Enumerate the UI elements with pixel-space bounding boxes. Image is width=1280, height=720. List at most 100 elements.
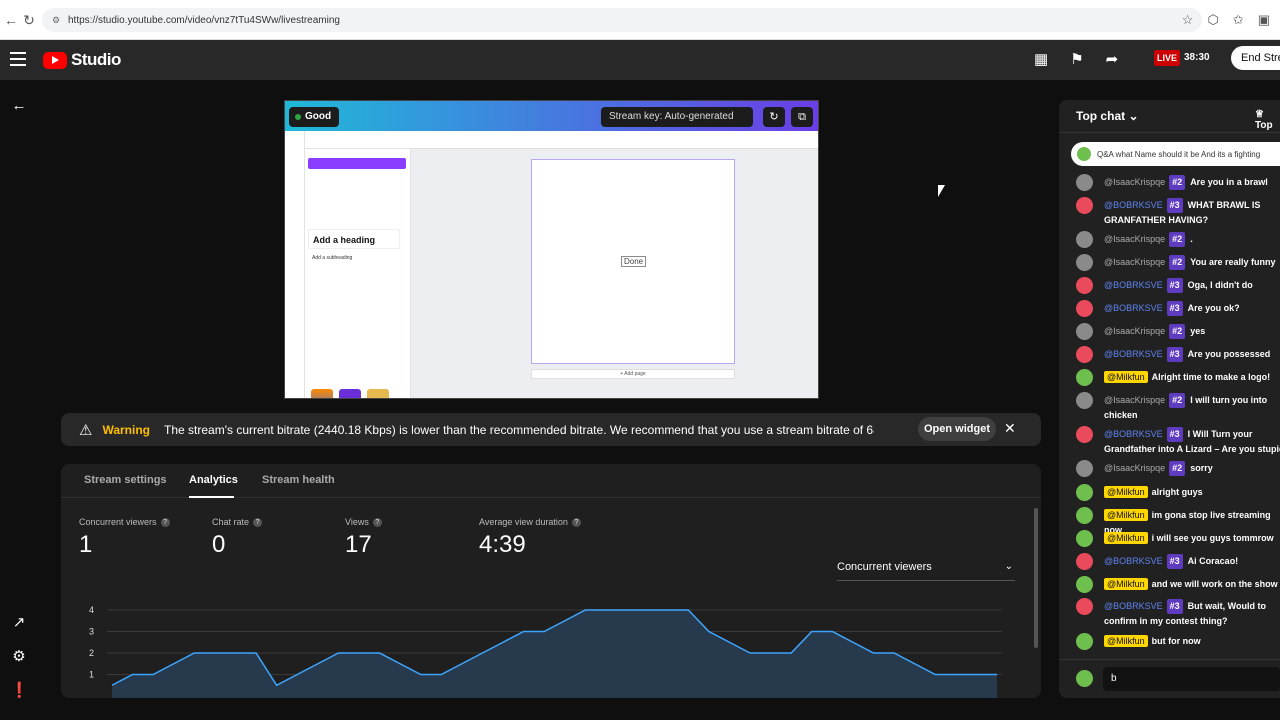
avatar [1076, 197, 1093, 214]
studio-logo[interactable]: Studio [43, 50, 121, 70]
site-info-icon[interactable]: ⚙ [52, 15, 62, 25]
chat-author[interactable]: @BOBRKSVE [1104, 601, 1163, 611]
chat-message[interactable]: @Milkfun Alright time to make a logo! [1076, 369, 1280, 386]
chat-author[interactable]: @IsaacKrispqe [1104, 395, 1165, 405]
bookmark-icon[interactable]: ⚑ [1070, 50, 1083, 68]
chat-message[interactable]: @IsaacKrispqe #2 Are you in a brawl [1076, 174, 1280, 191]
canva-add-page: + Add page [531, 369, 735, 379]
live-badge: LIVE [1154, 50, 1180, 66]
chat-message[interactable]: @BOBRKSVE #3 Are you possessed [1076, 346, 1280, 363]
metric-concurrent-viewers: 1 [79, 531, 93, 558]
chat-message[interactable]: @BOBRKSVE #3 WHAT BRAWL IS GRANFATHER HAVI… [1076, 197, 1280, 228]
y-tick-label: 1 [89, 670, 94, 680]
canva-done-text: Done [621, 256, 647, 267]
chat-message-text: alright guys [1151, 487, 1203, 497]
copy-icon[interactable]: ⧉ [791, 107, 813, 127]
end-stream-button[interactable]: End Stream [1231, 46, 1280, 70]
chat-author[interactable]: @IsaacKrispqe [1104, 326, 1165, 336]
chat-message[interactable]: @IsaacKrispqe #2 I will turn you into chic… [1076, 392, 1280, 423]
canva-app-tile [367, 389, 389, 398]
tab-stream-settings[interactable]: Stream settings [84, 474, 167, 486]
share-icon[interactable]: ➦ [1106, 50, 1119, 68]
avatar [1076, 426, 1093, 443]
chat-author[interactable]: @Milkfun [1104, 371, 1148, 383]
analytics-panel: Stream settings Analytics Stream health … [61, 464, 1041, 698]
reload-icon[interactable]: ↻ [18, 12, 40, 29]
dropdown-label: Concurrent viewers [837, 561, 932, 573]
panel-scrollbar[interactable] [1034, 508, 1038, 648]
chat-message[interactable]: @Milkfun i will see you guys tommrow [1076, 530, 1280, 547]
chat-message[interactable]: @BOBRKSVE #3 But wait, Would to confirm in… [1076, 598, 1280, 629]
avatar [1076, 484, 1093, 501]
collections-icon[interactable]: ▣ [1258, 12, 1270, 28]
open-widget-button[interactable]: Open widget [918, 417, 996, 441]
chat-message-text: sorry [1190, 463, 1213, 473]
chat-author[interactable]: @Milkfun [1104, 578, 1148, 590]
chat-filter[interactable]: ♕ Top [1255, 109, 1280, 131]
chat-message[interactable]: @Milkfun alright guys [1076, 484, 1280, 501]
metric-label: Views? [345, 517, 382, 527]
chat-author[interactable]: @BOBRKSVE [1104, 349, 1163, 359]
member-badge: #2 [1169, 324, 1186, 339]
chat-author[interactable]: @IsaacKrispqe [1104, 257, 1165, 267]
chat-message[interactable]: @BOBRKSVE #3 I Will Turn your Grandfather … [1076, 426, 1280, 457]
chat-author[interactable]: @BOBRKSVE [1104, 280, 1163, 290]
chat-message[interactable]: @IsaacKrispqe #2 yes [1076, 323, 1280, 340]
chat-author[interactable]: @IsaacKrispqe [1104, 234, 1165, 244]
chat-author[interactable]: @BOBRKSVE [1104, 556, 1163, 566]
pinned-question[interactable]: Q&A what Name should it be And its a fig… [1071, 142, 1280, 166]
member-badge: #2 [1169, 393, 1186, 408]
chat-author[interactable]: @Milkfun [1104, 486, 1148, 498]
active-tab-indicator [189, 496, 234, 498]
stream-key-select[interactable]: Stream key: Auto-generated [601, 107, 753, 127]
chevron-down-icon: ⌄ [1004, 561, 1013, 572]
chat-message[interactable]: @BOBRKSVE #3 Oga, I didn't do [1076, 277, 1280, 294]
chat-message[interactable]: @IsaacKrispqe #2 sorry [1076, 460, 1280, 477]
chat-message[interactable]: @BOBRKSVE #3 Are you ok? [1076, 300, 1280, 317]
chat-input[interactable]: b [1103, 667, 1280, 691]
chat-message[interactable]: @Milkfun and we will work on the show [1076, 576, 1280, 593]
member-badge: #2 [1169, 175, 1186, 190]
member-badge: #2 [1169, 461, 1186, 476]
open-external-icon[interactable]: ↗ [10, 614, 28, 632]
avatar [1076, 530, 1093, 547]
menu-icon[interactable] [10, 52, 26, 66]
chat-message[interactable]: @IsaacKrispqe #2 You are really funny [1076, 254, 1280, 271]
chat-author[interactable]: @Milkfun [1104, 532, 1148, 544]
avatar [1076, 553, 1093, 570]
chat-message[interactable]: @IsaacKrispqe #2. [1076, 231, 1280, 248]
panel-tabs: Stream settings Analytics Stream health [61, 464, 1041, 498]
refresh-icon[interactable]: ↻ [763, 107, 785, 127]
avatar [1076, 670, 1093, 687]
back-arrow-icon[interactable]: ← [10, 97, 28, 115]
chat-mode-select[interactable]: Top chat ⌄ [1076, 109, 1139, 123]
chat-author[interactable]: @BOBRKSVE [1104, 303, 1163, 313]
chat-message[interactable]: @Milkfun but for now [1076, 633, 1280, 650]
chat-author[interactable]: @Milkfun [1104, 635, 1148, 647]
metric-label: Average view duration? [479, 517, 581, 527]
chat-author[interactable]: @BOBRKSVE [1104, 429, 1163, 439]
avatar [1076, 507, 1093, 524]
metric-dropdown[interactable]: Concurrent viewers ⌄ [837, 561, 1015, 581]
help-icon[interactable]: ? [160, 517, 170, 527]
feedback-icon[interactable]: ❗ [10, 682, 29, 700]
extensions-icon[interactable]: ⬡ [1207, 12, 1218, 28]
chat-message[interactable]: @BOBRKSVE #3 Ai Coracao! [1076, 553, 1280, 570]
help-icon[interactable]: ? [253, 517, 263, 527]
chat-author[interactable]: @BOBRKSVE [1104, 200, 1163, 210]
settings-gear-icon[interactable]: ⚙ [10, 648, 28, 666]
help-icon[interactable]: ? [372, 517, 382, 527]
bookmark-star-icon[interactable]: ☆ [1182, 12, 1194, 28]
avatar [1076, 369, 1093, 386]
chat-author[interactable]: @IsaacKrispqe [1104, 177, 1165, 187]
tab-stream-health[interactable]: Stream health [262, 474, 335, 486]
chat-author[interactable]: @Milkfun [1104, 509, 1148, 521]
favorites-icon[interactable]: ✩ [1233, 12, 1244, 28]
member-badge: #3 [1166, 301, 1183, 316]
address-bar[interactable]: ⚙ https://studio.youtube.com/video/vnz7t… [42, 8, 1202, 32]
chat-author[interactable]: @IsaacKrispqe [1104, 463, 1165, 473]
clapperboard-icon[interactable]: ▦ [1034, 50, 1048, 68]
tab-analytics[interactable]: Analytics [189, 474, 238, 486]
help-icon[interactable]: ? [571, 517, 581, 527]
close-icon[interactable]: ✕ [1004, 420, 1016, 437]
